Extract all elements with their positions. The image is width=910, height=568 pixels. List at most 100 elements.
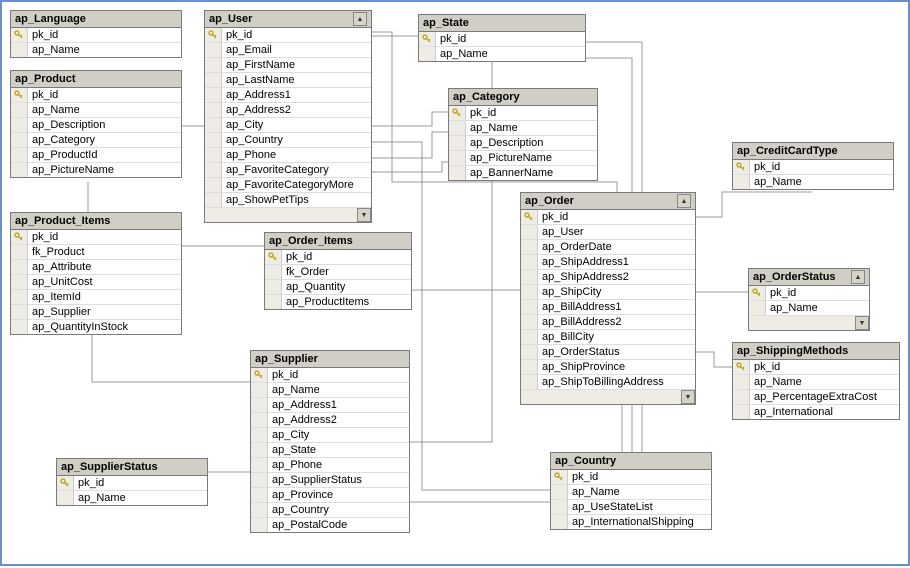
column-row[interactable]: ap_ShipAddress1 bbox=[521, 254, 695, 269]
table-title-bar[interactable]: ap_ShippingMethods bbox=[733, 343, 899, 360]
table-supplier[interactable]: ap_Supplierpk_idap_Nameap_Address1ap_Add… bbox=[250, 350, 410, 533]
column-row[interactable]: ap_PostalCode bbox=[251, 517, 409, 532]
column-row[interactable]: ap_Address2 bbox=[205, 102, 371, 117]
column-row[interactable]: ap_Phone bbox=[251, 457, 409, 472]
table-title-bar[interactable]: ap_Category bbox=[449, 89, 597, 106]
column-row[interactable]: ap_Address2 bbox=[251, 412, 409, 427]
scroll-down-icon[interactable]: ▼ bbox=[855, 316, 869, 330]
table-state[interactable]: ap_Statepk_idap_Name bbox=[418, 14, 586, 62]
column-row[interactable]: pk_id bbox=[733, 160, 893, 174]
column-row[interactable]: ap_InternationalShipping bbox=[551, 514, 711, 529]
column-row[interactable]: ap_State bbox=[251, 442, 409, 457]
column-row[interactable]: ap_Name bbox=[551, 484, 711, 499]
column-row[interactable]: ap_OrderDate bbox=[521, 239, 695, 254]
column-row[interactable]: ap_BillAddress2 bbox=[521, 314, 695, 329]
column-row[interactable]: ap_ItemId bbox=[11, 289, 181, 304]
table-product[interactable]: ap_Productpk_idap_Nameap_Descriptionap_C… bbox=[10, 70, 182, 178]
column-row[interactable]: ap_ProductItems bbox=[265, 294, 411, 309]
column-row[interactable]: pk_id bbox=[521, 210, 695, 224]
column-row[interactable]: ap_Attribute bbox=[11, 259, 181, 274]
scroll-up-icon[interactable]: ▲ bbox=[677, 194, 691, 208]
column-row[interactable]: pk_id bbox=[11, 88, 181, 102]
column-row[interactable]: ap_Category bbox=[11, 132, 181, 147]
column-row[interactable]: pk_id bbox=[265, 250, 411, 264]
column-row[interactable]: ap_Description bbox=[449, 135, 597, 150]
column-row[interactable]: ap_City bbox=[251, 427, 409, 442]
column-row[interactable]: pk_id bbox=[449, 106, 597, 120]
table-order[interactable]: ap_Order▲pk_idap_Userap_OrderDateap_Ship… bbox=[520, 192, 696, 405]
column-row[interactable]: ap_ProductId bbox=[11, 147, 181, 162]
column-row[interactable]: ap_Name bbox=[11, 42, 181, 57]
table-category[interactable]: ap_Categorypk_idap_Nameap_Descriptionap_… bbox=[448, 88, 598, 181]
column-row[interactable]: ap_International bbox=[733, 404, 899, 419]
table-creditcard[interactable]: ap_CreditCardTypepk_idap_Name bbox=[732, 142, 894, 190]
column-row[interactable]: pk_id bbox=[11, 230, 181, 244]
column-row[interactable]: pk_id bbox=[419, 32, 585, 46]
table-supplierstatus[interactable]: ap_SupplierStatuspk_idap_Name bbox=[56, 458, 208, 506]
table-shipping[interactable]: ap_ShippingMethodspk_idap_Nameap_Percent… bbox=[732, 342, 900, 420]
table-title-bar[interactable]: ap_Supplier bbox=[251, 351, 409, 368]
scroll-down-icon[interactable]: ▼ bbox=[681, 390, 695, 404]
table-product_items[interactable]: ap_Product_Itemspk_idfk_Productap_Attrib… bbox=[10, 212, 182, 335]
column-row[interactable]: ap_ShipCity bbox=[521, 284, 695, 299]
column-row[interactable]: ap_BannerName bbox=[449, 165, 597, 180]
table-title-bar[interactable]: ap_Product_Items bbox=[11, 213, 181, 230]
column-row[interactable]: ap_City bbox=[205, 117, 371, 132]
column-row[interactable]: ap_Name bbox=[449, 120, 597, 135]
column-row[interactable]: ap_Country bbox=[251, 502, 409, 517]
column-row[interactable]: ap_Country bbox=[205, 132, 371, 147]
column-row[interactable]: ap_Name bbox=[733, 374, 899, 389]
column-row[interactable]: ap_Email bbox=[205, 42, 371, 57]
column-row[interactable]: pk_id bbox=[551, 470, 711, 484]
column-row[interactable]: ap_OrderStatus bbox=[521, 344, 695, 359]
table-title-bar[interactable]: ap_Product bbox=[11, 71, 181, 88]
column-row[interactable]: ap_Quantity bbox=[265, 279, 411, 294]
table-title-bar[interactable]: ap_OrderStatus▲ bbox=[749, 269, 869, 286]
column-row[interactable]: ap_Province bbox=[251, 487, 409, 502]
column-row[interactable]: fk_Product bbox=[11, 244, 181, 259]
table-title-bar[interactable]: ap_CreditCardType bbox=[733, 143, 893, 160]
column-row[interactable]: ap_Name bbox=[11, 102, 181, 117]
column-row[interactable]: ap_BillAddress1 bbox=[521, 299, 695, 314]
column-row[interactable]: pk_id bbox=[11, 28, 181, 42]
column-row[interactable]: ap_FavoriteCategoryMore bbox=[205, 177, 371, 192]
column-row[interactable]: ap_QuantityInStock bbox=[11, 319, 181, 334]
column-row[interactable]: fk_Order bbox=[265, 264, 411, 279]
column-row[interactable]: ap_Name bbox=[733, 174, 893, 189]
table-title-bar[interactable]: ap_Country bbox=[551, 453, 711, 470]
column-row[interactable]: pk_id bbox=[733, 360, 899, 374]
table-country[interactable]: ap_Countrypk_idap_Nameap_UseStateListap_… bbox=[550, 452, 712, 530]
column-row[interactable]: ap_ShowPetTips bbox=[205, 192, 371, 207]
table-title-bar[interactable]: ap_User▲ bbox=[205, 11, 371, 28]
column-row[interactable]: ap_PictureName bbox=[11, 162, 181, 177]
column-row[interactable]: ap_UseStateList bbox=[551, 499, 711, 514]
table-title-bar[interactable]: ap_Language bbox=[11, 11, 181, 28]
column-row[interactable]: ap_Name bbox=[57, 490, 207, 505]
table-user[interactable]: ap_User▲pk_idap_Emailap_FirstNameap_Last… bbox=[204, 10, 372, 223]
column-row[interactable]: ap_LastName bbox=[205, 72, 371, 87]
column-row[interactable]: ap_Address1 bbox=[251, 397, 409, 412]
table-title-bar[interactable]: ap_Order_Items bbox=[265, 233, 411, 250]
column-row[interactable]: ap_BillCity bbox=[521, 329, 695, 344]
column-row[interactable]: ap_FirstName bbox=[205, 57, 371, 72]
column-row[interactable]: ap_ShipToBillingAddress bbox=[521, 374, 695, 389]
table-language[interactable]: ap_Languagepk_idap_Name bbox=[10, 10, 182, 58]
table-title-bar[interactable]: ap_SupplierStatus bbox=[57, 459, 207, 476]
table-order_items[interactable]: ap_Order_Itemspk_idfk_Orderap_Quantityap… bbox=[264, 232, 412, 310]
column-row[interactable]: ap_ShipProvince bbox=[521, 359, 695, 374]
table-orderstatus[interactable]: ap_OrderStatus▲pk_idap_Name▼ bbox=[748, 268, 870, 331]
scroll-up-icon[interactable]: ▲ bbox=[353, 12, 367, 26]
table-title-bar[interactable]: ap_Order▲ bbox=[521, 193, 695, 210]
column-row[interactable]: ap_UnitCost bbox=[11, 274, 181, 289]
column-row[interactable]: ap_Supplier bbox=[11, 304, 181, 319]
column-row[interactable]: ap_Description bbox=[11, 117, 181, 132]
scroll-up-icon[interactable]: ▲ bbox=[851, 270, 865, 284]
column-row[interactable]: ap_FavoriteCategory bbox=[205, 162, 371, 177]
scroll-down-icon[interactable]: ▼ bbox=[357, 208, 371, 222]
column-row[interactable]: ap_Name bbox=[251, 382, 409, 397]
column-row[interactable]: ap_User bbox=[521, 224, 695, 239]
column-row[interactable]: ap_PictureName bbox=[449, 150, 597, 165]
column-row[interactable]: ap_ShipAddress2 bbox=[521, 269, 695, 284]
column-row[interactable]: pk_id bbox=[205, 28, 371, 42]
column-row[interactable]: pk_id bbox=[749, 286, 869, 300]
